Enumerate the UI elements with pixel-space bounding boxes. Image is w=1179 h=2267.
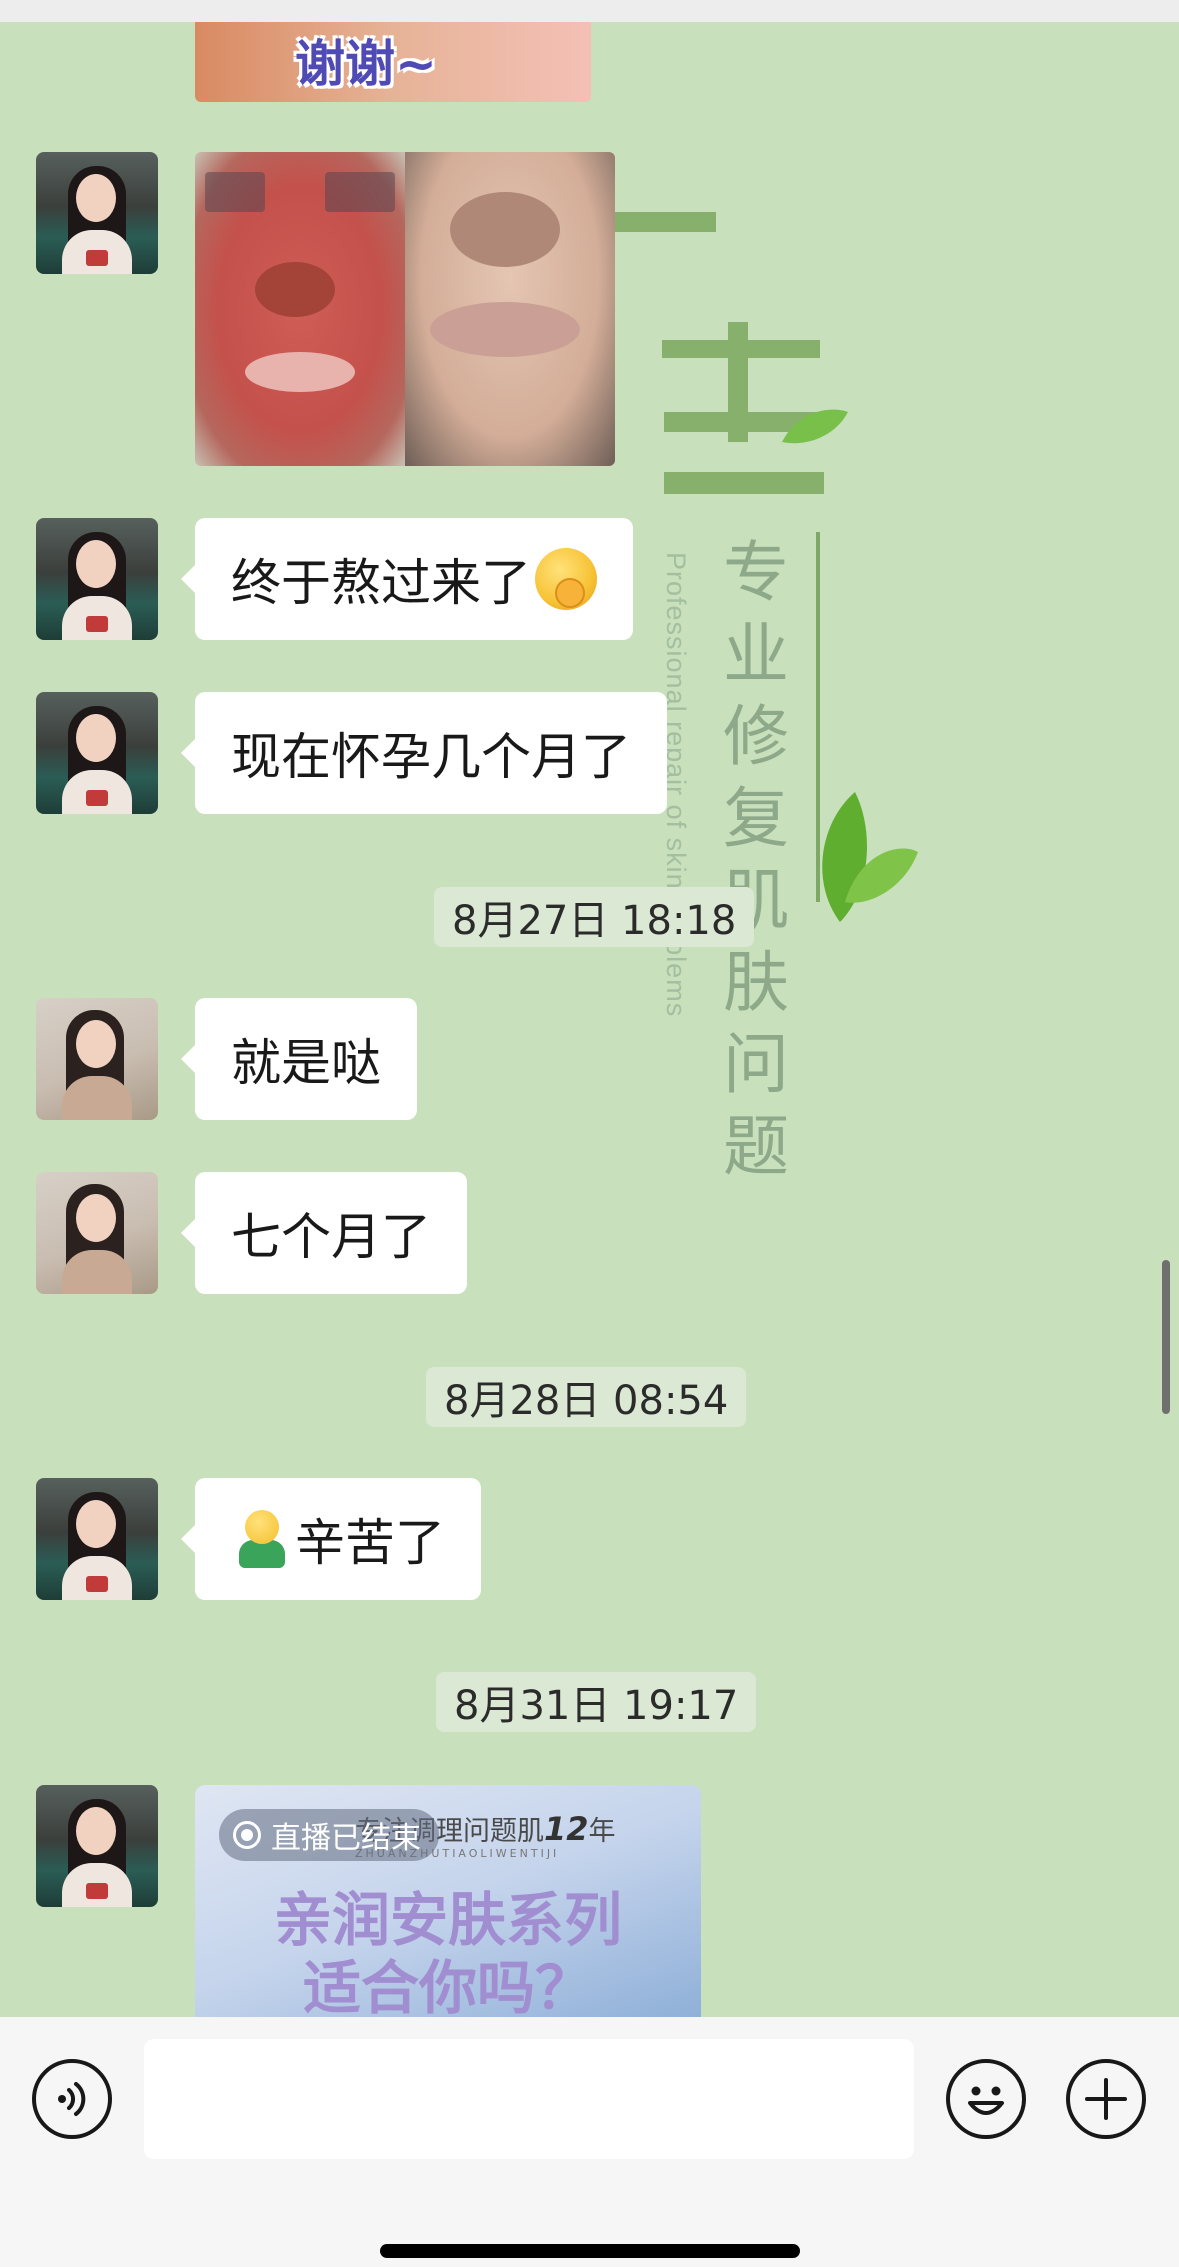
scrollbar[interactable] [1162, 1260, 1170, 1414]
timestamp: 8月28日 08:54 [426, 1367, 747, 1427]
message-text: 辛苦了 [295, 1514, 445, 1572]
message-text: 终于熬过来了 [231, 554, 531, 612]
live-indicator-icon [233, 1821, 261, 1849]
top-bar [0, 0, 1179, 22]
home-indicator[interactable] [380, 2244, 800, 2258]
leaf-icon [782, 409, 848, 444]
watermark-chinese: 专业 修复 肌肤 问题 [723, 534, 789, 1185]
sticker-image[interactable]: 谢谢~ [195, 22, 591, 102]
watermark-logo-stroke [664, 472, 824, 494]
voice-button[interactable] [32, 2059, 112, 2139]
person-shrugging-icon [231, 1508, 291, 1570]
user-avatar[interactable] [36, 998, 158, 1120]
contact-avatar[interactable] [36, 152, 158, 274]
watermark-logo-stroke [612, 212, 716, 232]
message-bubble[interactable]: 辛苦了 [181, 1478, 481, 1600]
sticker-text: 谢谢~ [295, 35, 437, 93]
timestamp: 8月27日 18:18 [434, 887, 755, 947]
plus-icon [1085, 2078, 1127, 2120]
smiley-icon [968, 2086, 1004, 2115]
message-bubble[interactable]: 终于熬过来了 [181, 518, 633, 640]
message-text: 就是哒 [231, 1034, 381, 1092]
message-text: 七个月了 [231, 1208, 431, 1266]
contact-avatar[interactable] [36, 518, 158, 640]
voice-icon [58, 2082, 86, 2116]
user-avatar[interactable] [36, 1172, 158, 1294]
message-bubble[interactable]: 就是哒 [181, 998, 417, 1120]
live-status-badge: 直播已结束 [219, 1809, 439, 1861]
input-bar [0, 2017, 1179, 2267]
message-bubble[interactable]: 七个月了 [181, 1172, 467, 1294]
message-bubble[interactable]: 现在怀孕几个月了 [181, 692, 667, 814]
contact-avatar[interactable] [36, 692, 158, 814]
chat-area[interactable]: Professional repair of skin problems 专业 … [0, 22, 1179, 2017]
timestamp: 8月31日 19:17 [436, 1672, 757, 1732]
message-text: 现在怀孕几个月了 [231, 728, 631, 786]
live-title-line2: 适合你吗？ [302, 1954, 593, 2017]
live-status-text: 直播已结束 [271, 1821, 421, 1856]
contact-avatar[interactable] [36, 1478, 158, 1600]
contact-avatar[interactable] [36, 1785, 158, 1907]
skin-comparison-photo[interactable] [195, 152, 615, 466]
live-title-line1: 亲润安肤系列 [273, 1886, 622, 1954]
message-input[interactable] [144, 2039, 914, 2159]
more-button[interactable] [1066, 2059, 1146, 2139]
emoji-button[interactable] [946, 2059, 1026, 2139]
face-with-hand-over-mouth-icon [535, 548, 597, 610]
leaf-icon [822, 792, 918, 922]
live-stream-card[interactable]: 专注调理问题肌12年 ZHUANZHUTIAOLIWENTIJI 直播已结束 亲… [195, 1785, 701, 2017]
